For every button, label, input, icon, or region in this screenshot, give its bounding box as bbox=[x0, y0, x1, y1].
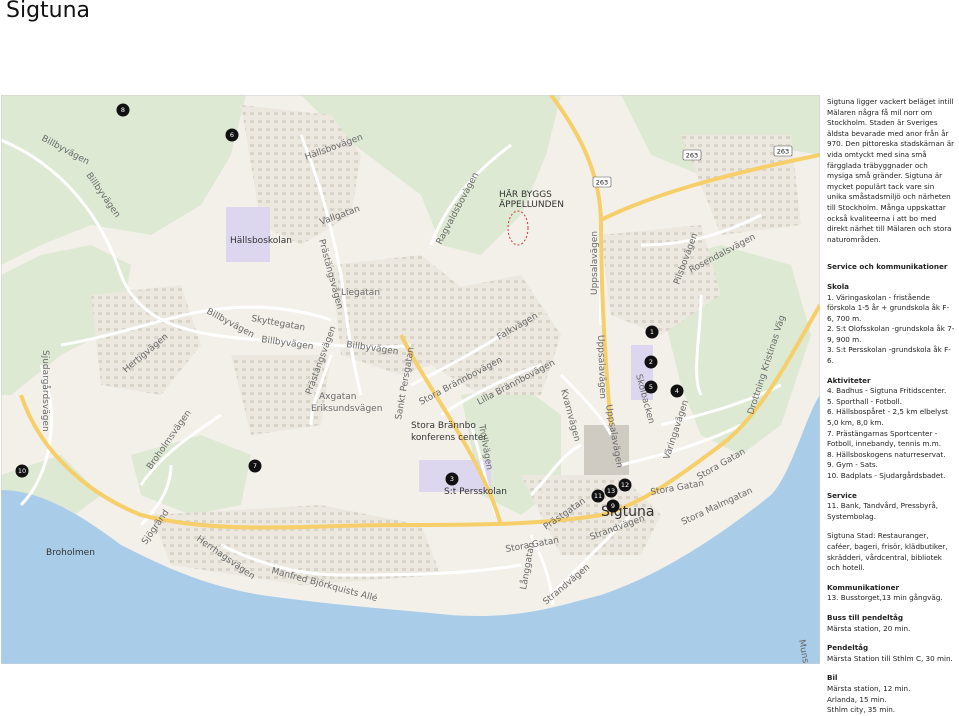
bil-item: Märsta station, 12 min. bbox=[827, 683, 911, 693]
komm-item: 13. Busstorget,13 min gångväg. bbox=[827, 593, 943, 603]
svg-text:Axgatan: Axgatan bbox=[319, 392, 356, 402]
road-shield-2: 263 bbox=[682, 149, 702, 161]
svg-text:8: 8 bbox=[121, 106, 125, 114]
buss-heading: Buss till pendeltåg bbox=[827, 612, 904, 622]
aktivitet-item: 8. Hällsboskogens naturreservat. bbox=[827, 449, 946, 459]
komm-heading: Kommunikationer bbox=[827, 582, 900, 592]
svg-text:7: 7 bbox=[253, 462, 257, 470]
svg-text:4: 4 bbox=[675, 387, 679, 395]
svg-text:9: 9 bbox=[611, 502, 615, 510]
aktivitet-item: 10. Badplats - Sjudargårdsbadet. bbox=[827, 471, 946, 480]
label-brannbo-2: konferens center bbox=[411, 433, 487, 443]
svg-text:12: 12 bbox=[621, 481, 629, 489]
marker-13[interactable]: 13 bbox=[604, 484, 618, 498]
aktivitet-item: 5. Sporthall - Fotboll. bbox=[827, 396, 902, 406]
aktiviteter-heading: Aktiviteter bbox=[827, 375, 871, 385]
marker-10[interactable]: 10 bbox=[15, 464, 29, 478]
aktivitet-item: 7. Prästängarnas Sportcenter - Fotboll, … bbox=[827, 428, 942, 449]
town-centre-block bbox=[584, 425, 629, 475]
svg-text:13: 13 bbox=[607, 487, 615, 495]
svg-text:5: 5 bbox=[649, 383, 653, 391]
skola-item: 3. S:t Persskolan -grundskola åk F-6. bbox=[827, 345, 951, 366]
svg-text:11: 11 bbox=[594, 492, 602, 500]
marker-8[interactable]: 8 bbox=[116, 103, 130, 117]
label-hallsboskolan: Hällsboskolan bbox=[230, 236, 292, 246]
pendel-heading: Pendeltåg bbox=[827, 643, 869, 653]
svg-text:1: 1 bbox=[650, 328, 654, 336]
svg-text:10: 10 bbox=[18, 467, 26, 475]
bil-item: Sthlm city, 35 min. bbox=[827, 705, 896, 715]
aktivitet-item: 9. Gym - Sats. bbox=[827, 460, 878, 470]
service-sub-heading: Service bbox=[827, 490, 857, 500]
road-shield-3: 263 bbox=[773, 145, 793, 157]
road-shield-1: 263 bbox=[592, 176, 612, 188]
stad-text: Sigtuna Stad: Restauranger, caféer, bage… bbox=[827, 531, 948, 573]
marker-4[interactable]: 4 bbox=[670, 384, 684, 398]
svg-text:263: 263 bbox=[686, 152, 698, 160]
pendel-item: Märsta Station till Sthlm C, 30 min. bbox=[827, 653, 953, 663]
marker-6[interactable]: 6 bbox=[225, 128, 239, 142]
label-brannbo-1: Stora Brännbo bbox=[411, 421, 476, 431]
marker-9[interactable]: 9 bbox=[606, 499, 620, 513]
bil-item: Arlanda, 15 min. bbox=[827, 694, 887, 704]
marker-1[interactable]: 1 bbox=[645, 325, 659, 339]
svg-text:Uppsalavägen: Uppsalavägen bbox=[590, 231, 600, 295]
svg-text:6: 6 bbox=[230, 131, 234, 139]
school-area-hallsbo bbox=[226, 207, 270, 262]
intro-text: Sigtuna ligger vackert beläget intill Mä… bbox=[827, 97, 955, 244]
svg-text:Liegatan: Liegatan bbox=[341, 288, 380, 298]
service-item: 11. Bank, Tandvård, Pressbyrå, Systembol… bbox=[827, 501, 939, 521]
skola-item: 2. S:t Olofsskolan -grundskola åk 7-9, 9… bbox=[827, 324, 955, 344]
svg-text:Sjudargårdsvägen: Sjudargårdsvägen bbox=[40, 350, 51, 432]
svg-text:3: 3 bbox=[450, 475, 454, 483]
page-title: Sigtuna bbox=[6, 0, 91, 23]
skola-heading: Skola bbox=[827, 281, 850, 291]
sidebar: Sigtuna ligger vackert beläget intill Mä… bbox=[827, 97, 955, 716]
marker-5[interactable]: 5 bbox=[644, 380, 658, 394]
buss-item: Märsta station, 20 min. bbox=[827, 623, 911, 633]
map[interactable]: 263 263 263 HÄR BYGGS ÄPPELLUNDEN Hällsb… bbox=[1, 95, 820, 664]
marker-3[interactable]: 3 bbox=[445, 472, 459, 486]
svg-text:263: 263 bbox=[596, 179, 608, 187]
marker-12[interactable]: 12 bbox=[618, 478, 632, 492]
label-broholmen: Broholmen bbox=[46, 548, 95, 558]
aktivitet-item: 6. Hällsbospåret - 2,5 km elbelyst 5,0 k… bbox=[827, 407, 948, 428]
marker-2[interactable]: 2 bbox=[644, 355, 658, 369]
service-heading: Service och kommunikationer bbox=[827, 262, 948, 272]
callout-line-2: ÄPPELLUNDEN bbox=[499, 199, 564, 210]
marker-7[interactable]: 7 bbox=[248, 459, 262, 473]
callout-line-1: HÄR BYGGS bbox=[499, 189, 552, 200]
svg-text:Eriksundsvägen: Eriksundsvägen bbox=[311, 404, 382, 414]
marker-11[interactable]: 11 bbox=[591, 489, 605, 503]
svg-text:2: 2 bbox=[649, 358, 653, 366]
svg-text:263: 263 bbox=[777, 148, 789, 156]
aktivitet-item: 4. Badhus - Sigtuna Fritidscenter. bbox=[827, 386, 947, 396]
label-persskolan: S:t Persskolan bbox=[444, 487, 507, 497]
bil-heading: Bil bbox=[827, 673, 838, 683]
skola-item: 1. Väringaskolan - fristående förskola 1… bbox=[827, 292, 950, 323]
